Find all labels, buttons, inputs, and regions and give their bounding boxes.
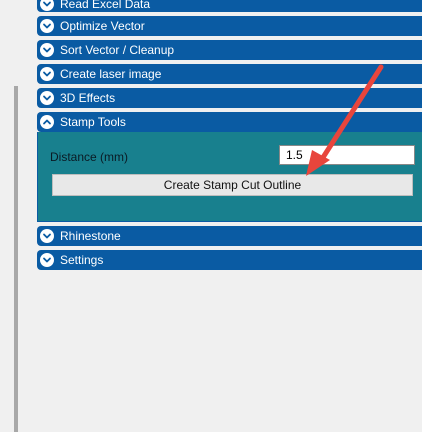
chevron-down-icon	[40, 229, 54, 243]
section-label: 3D Effects	[60, 91, 116, 105]
left-gutter	[0, 0, 14, 432]
chevron-down-icon	[40, 0, 54, 11]
section-rhinestone[interactable]: Rhinestone	[37, 226, 422, 246]
scrollbar-track[interactable]	[14, 86, 18, 432]
section-label: Sort Vector / Cleanup	[60, 43, 175, 57]
section-label: Read Excel Data	[60, 0, 151, 11]
create-stamp-cut-outline-button[interactable]: Create Stamp Cut Outline	[52, 174, 413, 196]
chevron-down-icon	[40, 91, 54, 105]
section-read-excel-data[interactable]: Read Excel Data	[37, 0, 422, 12]
distance-label: Distance (mm)	[50, 150, 129, 164]
section-stamp-tools[interactable]: Stamp Tools	[37, 112, 422, 132]
section-3d-effects[interactable]: 3D Effects	[37, 88, 422, 108]
section-create-laser-image[interactable]: Create laser image	[37, 64, 422, 84]
chevron-down-icon	[40, 43, 54, 57]
section-label: Optimize Vector	[60, 19, 145, 33]
chevron-down-icon	[40, 253, 54, 267]
section-sort-vector-cleanup[interactable]: Sort Vector / Cleanup	[37, 40, 422, 60]
section-label: Rhinestone	[60, 229, 121, 243]
chevron-down-icon	[40, 19, 54, 33]
section-label: Settings	[60, 253, 104, 267]
section-label: Create laser image	[60, 67, 162, 81]
section-label: Stamp Tools	[60, 115, 126, 129]
tools-panel: Read Excel Data Optimize Vector Sort Vec…	[37, 0, 422, 274]
chevron-down-icon	[40, 67, 54, 81]
stamp-tools-body: Distance (mm) Create Stamp Cut Outline	[37, 132, 422, 222]
section-settings[interactable]: Settings	[37, 250, 422, 270]
section-optimize-vector[interactable]: Optimize Vector	[37, 16, 422, 36]
chevron-up-icon	[40, 115, 54, 129]
distance-input[interactable]	[279, 145, 415, 165]
